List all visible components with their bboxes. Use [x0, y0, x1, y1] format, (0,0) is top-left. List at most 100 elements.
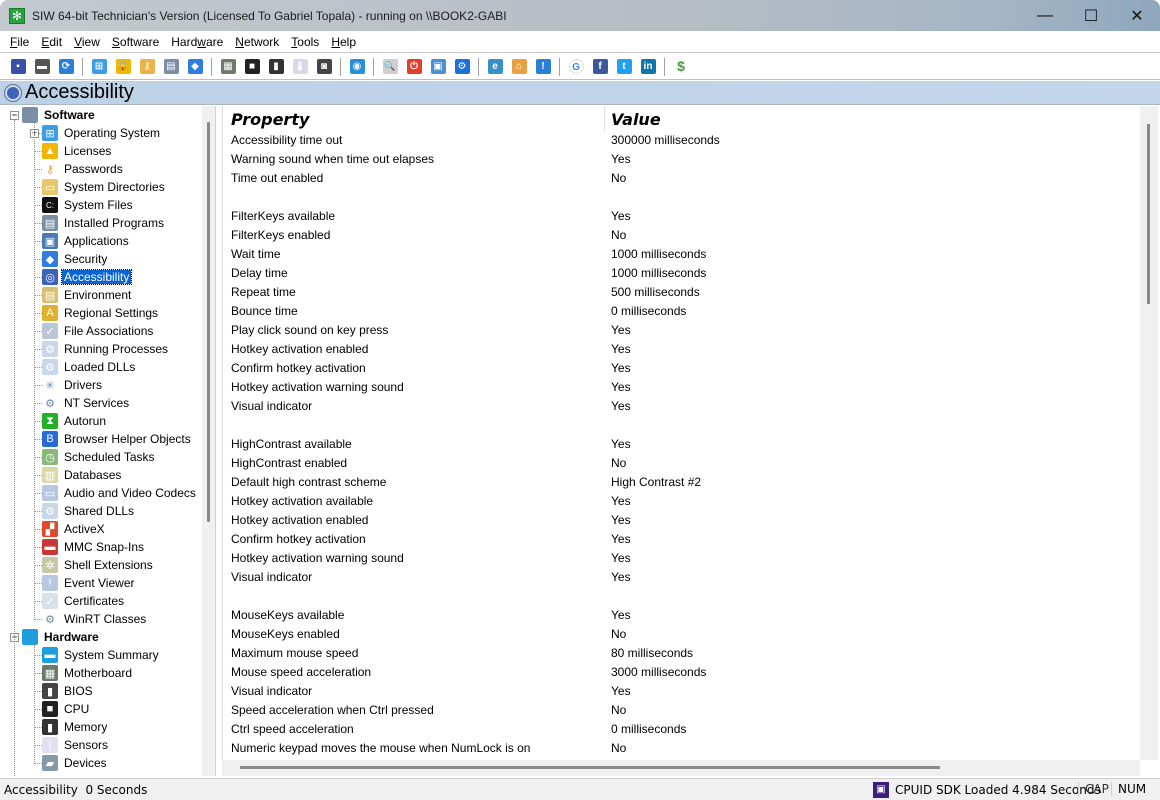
table-row[interactable]: MouseKeys enabled No	[223, 625, 1123, 644]
website-button[interactable]: e	[485, 57, 505, 77]
shutdown-button[interactable]: ⏻	[404, 57, 424, 77]
tree-item-cpu[interactable]: ■ CPU	[42, 700, 91, 718]
network-button[interactable]: ◉	[347, 57, 367, 77]
collapse-toggle[interactable]: −	[10, 110, 19, 120]
column-divider[interactable]	[604, 106, 605, 132]
menu-hardware[interactable]: Hardware	[165, 31, 229, 53]
table-row[interactable]: Visual indicator Yes	[223, 682, 1123, 701]
table-row[interactable]: Confirm hotkey activation Yes	[223, 359, 1123, 378]
tree-item-shell-extensions[interactable]: ✲ Shell Extensions	[42, 556, 155, 574]
tree-item-databases[interactable]: ▥ Databases	[42, 466, 123, 484]
tree-group-hardware[interactable]: − Hardware	[10, 628, 101, 646]
column-header-value[interactable]: Value	[611, 110, 661, 129]
disk-button[interactable]: ◙	[314, 57, 334, 77]
tree-group-software[interactable]: − Software	[10, 106, 97, 124]
table-row[interactable]: Hotkey activation enabled Yes	[223, 340, 1123, 359]
memory-button[interactable]: ▮	[266, 57, 286, 77]
tree-item-nt-services[interactable]: ⚙ NT Services	[42, 394, 131, 412]
table-row[interactable]: Bounce time 0 milliseconds	[223, 302, 1123, 321]
google-button[interactable]: G	[566, 57, 586, 77]
table-row[interactable]: Ctrl speed acceleration 0 milliseconds	[223, 720, 1123, 739]
donate-dollar-button[interactable]: $	[671, 57, 691, 77]
table-row[interactable]: HighContrast enabled No	[223, 454, 1123, 473]
table-row[interactable]: Hotkey activation enabled Yes	[223, 511, 1123, 530]
tree-item-licenses[interactable]: ▲ Licenses	[42, 142, 113, 160]
tree-scrollbar-thumb[interactable]	[207, 122, 210, 522]
tree-item-motherboard[interactable]: ▦ Motherboard	[42, 664, 134, 682]
table-row[interactable]: Accessibility time out 300000 millisecond…	[223, 131, 1123, 150]
tree-item-running-processes[interactable]: ⚙ Running Processes	[42, 340, 170, 358]
tree-item-mmc-snap-ins[interactable]: ▬ MMC Snap-Ins	[42, 538, 146, 556]
menu-help[interactable]: Help	[325, 31, 362, 53]
linkedin-button[interactable]: in	[638, 57, 658, 77]
menu-network[interactable]: Network	[229, 31, 285, 53]
tree-item-winrt-classes[interactable]: ⚙ WinRT Classes	[42, 610, 148, 628]
tree-scrollbar[interactable]	[202, 106, 215, 776]
tree-item-shared-dlls[interactable]: ⚙ Shared DLLs	[42, 502, 136, 520]
home-button[interactable]: ⌂	[509, 57, 529, 77]
tree-item-installed-programs[interactable]: ▤ Installed Programs	[42, 214, 166, 232]
motherboard-button[interactable]: ▦	[218, 57, 238, 77]
tree-item-file-associations[interactable]: ✓ File Associations	[42, 322, 155, 340]
table-row[interactable]: FilterKeys available Yes	[223, 207, 1123, 226]
menu-software[interactable]: Software	[106, 31, 165, 53]
tree-item-event-viewer[interactable]: ! Event Viewer	[42, 574, 136, 592]
tree-item-system-summary[interactable]: ▬ System Summary	[42, 646, 161, 664]
table-row-spacer[interactable]	[223, 416, 1123, 435]
table-row[interactable]: Hotkey activation warning sound Yes	[223, 378, 1123, 397]
table-row[interactable]: Default high contrast scheme High Contras…	[223, 473, 1123, 492]
save-button[interactable]: ▪	[8, 57, 28, 77]
tree-item-browser-helper-objects[interactable]: B Browser Helper Objects	[42, 430, 193, 448]
tree-item-bios[interactable]: ▮ BIOS	[42, 682, 95, 700]
table-row[interactable]: Wait time 1000 milliseconds	[223, 245, 1123, 264]
tree-item-system-files[interactable]: C: System Files	[42, 196, 135, 214]
table-row-spacer[interactable]	[223, 587, 1123, 606]
licenses-lock-button[interactable]: 🔒	[113, 57, 133, 77]
tree-item-passwords[interactable]: ⚷ Passwords	[42, 160, 125, 178]
table-row[interactable]: Delay time 1000 milliseconds	[223, 264, 1123, 283]
twitter-button[interactable]: t	[614, 57, 634, 77]
tree-item-operating-system[interactable]: + ⊞ Operating System	[30, 124, 162, 142]
tree-item-security[interactable]: ◆ Security	[42, 250, 109, 268]
menu-file[interactable]: File	[4, 31, 35, 53]
menu-tools[interactable]: Tools	[285, 31, 325, 53]
facebook-button[interactable]: f	[590, 57, 610, 77]
table-row[interactable]: Warning sound when time out elapses Yes	[223, 150, 1123, 169]
table-row[interactable]: Confirm hotkey activation Yes	[223, 530, 1123, 549]
navigation-tree[interactable]: − Software + ⊞ Operating System ▲ Licenses ⚷ Pas…	[2, 106, 216, 776]
search-button[interactable]: 🔍	[380, 57, 400, 77]
feedback-button[interactable]: !	[533, 57, 553, 77]
tree-item-applications[interactable]: ▣ Applications	[42, 232, 131, 250]
table-row[interactable]: FilterKeys enabled No	[223, 226, 1123, 245]
table-row-spacer[interactable]	[223, 188, 1123, 207]
table-row[interactable]: Repeat time 500 milliseconds	[223, 283, 1123, 302]
tree-item-accessibility[interactable]: ◎ Accessibility	[42, 268, 133, 286]
system-info-button[interactable]: ▣	[428, 57, 448, 77]
vertical-scrollbar-thumb[interactable]	[1147, 124, 1150, 304]
tree-item-system-directories[interactable]: ▭ System Directories	[42, 178, 167, 196]
passwords-key-button[interactable]: ⚷	[137, 57, 157, 77]
table-row[interactable]: Maximum mouse speed 80 milliseconds	[223, 644, 1123, 663]
menu-view[interactable]: View	[68, 31, 106, 53]
tree-item-activex[interactable]: ▞ ActiveX	[42, 520, 107, 538]
tree-item-scheduled-tasks[interactable]: ◷ Scheduled Tasks	[42, 448, 157, 466]
table-row[interactable]: Numeric keypad moves the mouse when NumL…	[223, 739, 1123, 758]
print-button[interactable]: ▬	[32, 57, 52, 77]
table-row[interactable]: Play click sound on key press Yes	[223, 321, 1123, 340]
operating-system-button[interactable]: ⊞	[89, 57, 109, 77]
tree-item-audio-and-video-codecs[interactable]: ▭ Audio and Video Codecs	[42, 484, 198, 502]
tree-item-devices[interactable]: ▰ Devices	[42, 754, 109, 772]
tree-item-drivers[interactable]: ✳ Drivers	[42, 376, 104, 394]
column-header-property[interactable]: Property	[231, 110, 309, 129]
table-row[interactable]: Time out enabled No	[223, 169, 1123, 188]
security-shield-button[interactable]: ◆	[185, 57, 205, 77]
horizontal-scrollbar[interactable]	[222, 760, 1140, 776]
table-row[interactable]: Mouse speed acceleration 3000 millisecond…	[223, 663, 1123, 682]
maximize-button[interactable]: ☐	[1068, 0, 1114, 31]
table-row[interactable]: Visual indicator Yes	[223, 397, 1123, 416]
horizontal-scrollbar-thumb[interactable]	[240, 766, 940, 769]
tree-item-autorun[interactable]: ⧗ Autorun	[42, 412, 108, 430]
cpu-button[interactable]: ■	[242, 57, 262, 77]
tree-item-environment[interactable]: ▤ Environment	[42, 286, 133, 304]
table-row[interactable]: MouseKeys available Yes	[223, 606, 1123, 625]
